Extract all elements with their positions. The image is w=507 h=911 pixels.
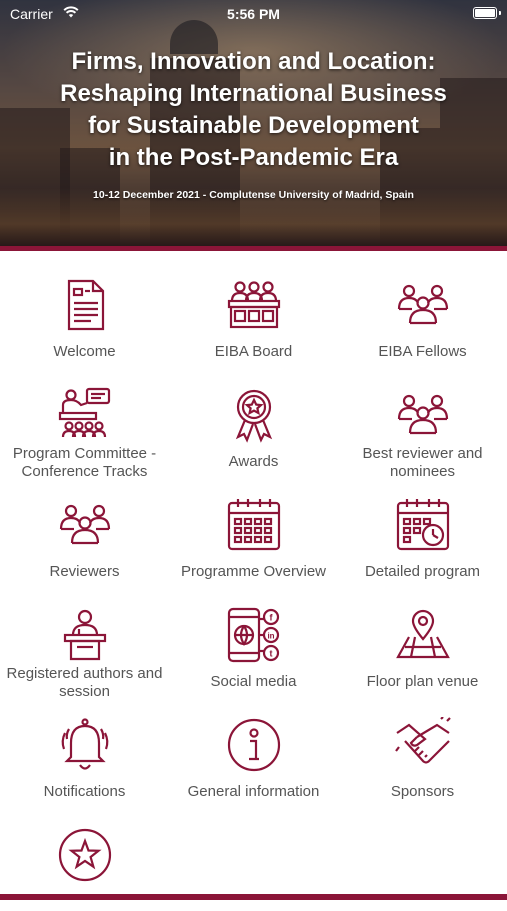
group-icon	[397, 394, 449, 435]
menu-item-programme-overview[interactable]: Programme Overview	[169, 471, 338, 581]
svg-text:in: in	[267, 632, 274, 641]
menu-item-floor-plan[interactable]: Floor plan venue	[338, 581, 507, 691]
calendar-clock-icon	[396, 499, 450, 551]
title-line: in the Post-Pandemic Era	[108, 144, 399, 171]
menu-item-detailed-program[interactable]: Detailed program	[338, 471, 507, 581]
svg-text:t: t	[270, 649, 273, 659]
star-circle-icon	[58, 828, 112, 882]
menu-item-label: EIBA Fellows	[378, 343, 467, 360]
status-bar: Carrier 5:56 PM	[0, 0, 507, 28]
menu-item-reviewers[interactable]: Reviewers	[0, 471, 169, 581]
map-pin-icon	[396, 609, 450, 659]
menu-item-best-reviewer[interactable]: Best reviewer and nominees	[338, 361, 507, 480]
menu-item-label: Awards	[228, 453, 279, 470]
menu-item-welcome[interactable]: Welcome	[0, 251, 169, 361]
title-line: Firms, Innovation and Location:	[71, 48, 436, 75]
menu-item-label: Social media	[210, 673, 297, 690]
handshake-icon	[395, 717, 451, 764]
calendar-icon	[227, 499, 281, 551]
title-line: for Sustainable Development	[88, 112, 419, 139]
clock: 5:56 PM	[227, 6, 280, 22]
bell-icon	[61, 718, 109, 770]
menu-item-social-media[interactable]: f in t Social media	[169, 581, 338, 691]
group-icon	[59, 504, 111, 545]
bottom-accent-bar	[0, 894, 507, 900]
menu-item-label: Programme Overview	[180, 563, 327, 580]
menu-item-label: Notifications	[43, 783, 126, 800]
info-icon	[227, 718, 281, 772]
board-icon	[227, 281, 281, 329]
menu-item-program-committee[interactable]: Program Committee - Conference Tracks	[0, 361, 169, 480]
menu-item-label: Floor plan venue	[366, 673, 479, 690]
social-media-icon: f in t	[227, 607, 280, 663]
document-icon	[67, 279, 105, 331]
award-icon	[235, 389, 273, 443]
menu-item-registered-authors[interactable]: Registered authors and session	[0, 581, 169, 700]
presenter-icon	[58, 387, 111, 438]
svg-text:f: f	[270, 613, 274, 623]
title-line: Reshaping International Business	[60, 80, 447, 107]
menu-item-label: Detailed program	[364, 563, 481, 580]
menu-item-label: General information	[187, 783, 320, 800]
menu-item-label: Sponsors	[390, 783, 455, 800]
menu-item-awards[interactable]: Awards	[169, 361, 338, 471]
menu-item-label: EIBA Board	[214, 343, 293, 360]
menu-item-eiba-fellows[interactable]: EIBA Fellows	[338, 251, 507, 361]
speaker-icon	[63, 609, 107, 661]
group-icon	[397, 284, 449, 325]
menu-item-eiba-board[interactable]: EIBA Board	[169, 251, 338, 361]
menu-item-notifications[interactable]: Notifications	[0, 691, 169, 801]
menu-item-sponsors[interactable]: Sponsors	[338, 691, 507, 801]
battery-icon	[473, 7, 497, 19]
menu-item-label: Reviewers	[49, 563, 120, 580]
conference-dates: 10-12 December 2021 - Complutense Univer…	[93, 189, 414, 201]
menu-item-general-information[interactable]: General information	[169, 691, 338, 801]
conference-title: Firms, Innovation and Location: Reshapin…	[0, 46, 507, 174]
menu-item-label: Welcome	[53, 343, 116, 360]
